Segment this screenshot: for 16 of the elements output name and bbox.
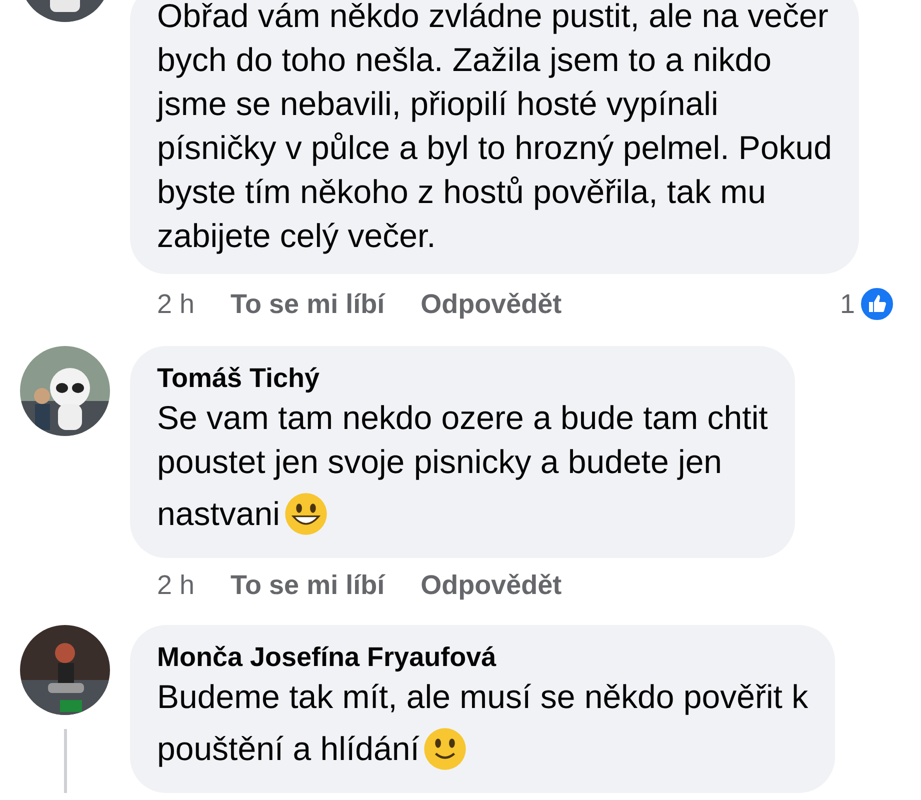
comment-text: pouštění a hlídání	[157, 729, 420, 769]
comment-text: nastvani	[157, 494, 280, 534]
comment-text: Obřad vám někdo zvládne pustit, ale na večer bych do toho nešla. Zažila jsem to a nikdo jsme se nebavili, přiopilí hosté vypínali písničky v půlce a byl to hrozný pelmel. Pokud byste tím někoho z hostů pověřila, tak mu zabijete celý večer.	[157, 0, 832, 256]
timestamp: 2 h	[157, 570, 195, 601]
comment-text: Budeme tak mít, ale musí se někdo pověřit k	[157, 677, 808, 717]
author-name[interactable]: Monča Josefína Fryaufová	[157, 639, 808, 675]
reply-link[interactable]: Odpovědět	[420, 288, 562, 320]
reply-link[interactable]: Odpovědět	[420, 570, 562, 601]
like-link[interactable]: To se mi líbí	[230, 288, 385, 320]
timestamp: 2 h	[157, 288, 195, 320]
like-link[interactable]: To se mi líbí	[230, 570, 385, 601]
smiling-face-icon	[423, 727, 468, 771]
author-name[interactable]: Tomáš Tichý	[157, 360, 768, 396]
grinning-face-icon	[284, 492, 328, 536]
thumbs-up-icon[interactable]	[859, 286, 895, 322]
reaction-count: 1	[840, 288, 855, 320]
